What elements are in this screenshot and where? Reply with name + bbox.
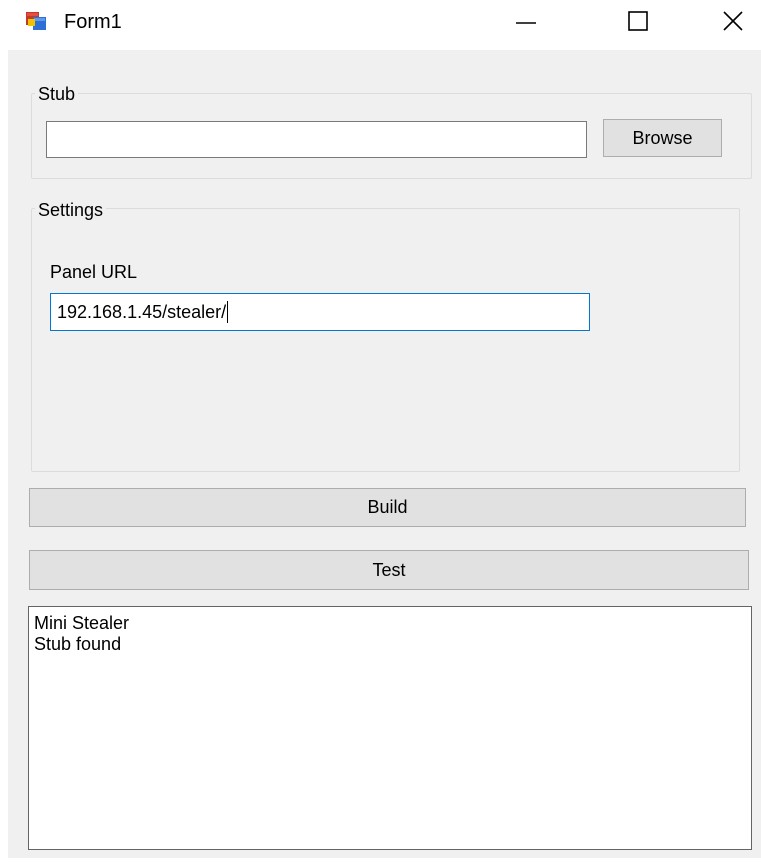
log-line: Mini Stealer <box>34 613 130 633</box>
stub-group-title: Stub <box>35 84 79 104</box>
maximize-icon <box>626 9 650 38</box>
browse-button[interactable]: Browse <box>603 119 722 157</box>
close-icon <box>721 9 745 38</box>
log-line: Stub found <box>34 634 122 654</box>
panel-url-label: Panel URL <box>50 262 138 282</box>
minimize-button[interactable] <box>498 0 554 46</box>
text-caret <box>227 301 229 323</box>
title-bar[interactable]: Form1 <box>0 0 761 50</box>
minimize-icon <box>514 9 538 38</box>
stub-path-input[interactable] <box>46 121 587 158</box>
test-button[interactable]: Test <box>29 550 749 590</box>
maximize-button[interactable] <box>610 0 666 46</box>
log-textbox[interactable]: Mini Stealer Stub found <box>28 606 752 850</box>
client-area: Stub Browse Settings Panel URL 192.168.1… <box>8 50 761 858</box>
panel-url-value: 192.168.1.45/stealer/ <box>57 301 227 322</box>
panel-url-input[interactable]: 192.168.1.45/stealer/ <box>50 293 590 331</box>
form1-window: Form1 Stub Browse Settings Panel URL 192… <box>0 0 761 862</box>
app-icon <box>26 11 46 31</box>
build-button[interactable]: Build <box>29 488 746 527</box>
settings-group-title: Settings <box>35 200 107 220</box>
settings-groupbox <box>31 208 740 472</box>
window-title: Form1 <box>64 11 122 33</box>
close-button[interactable] <box>705 0 761 46</box>
